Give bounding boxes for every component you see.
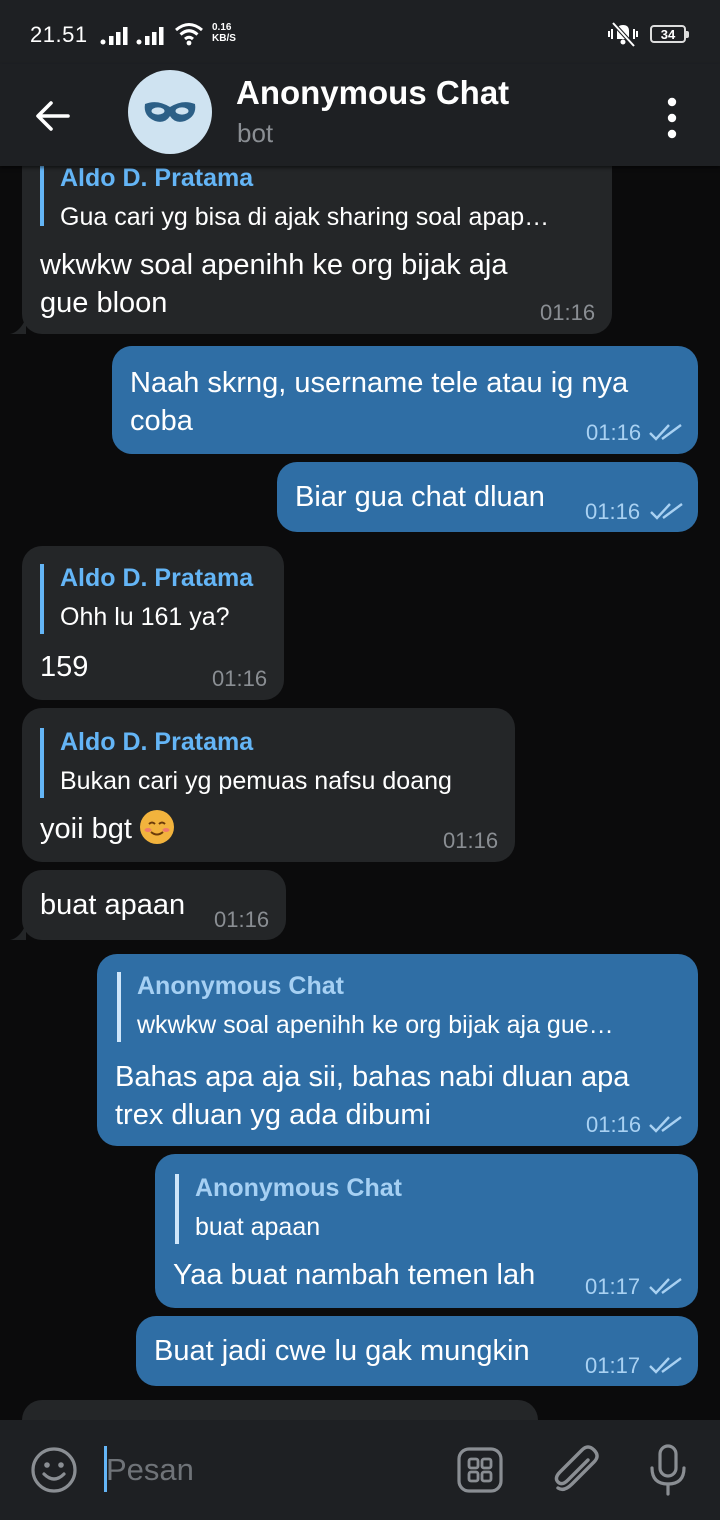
message-text-line: coba	[130, 405, 193, 437]
message-bubble-outgoing[interactable]: Naah skrng, username tele atau ig nya co…	[112, 346, 698, 454]
network-speed: 0.16 KB/S	[212, 22, 236, 44]
read-check-icon	[649, 424, 682, 441]
signal-1-icon	[100, 27, 128, 45]
microphone-icon[interactable]	[644, 1442, 692, 1498]
reply-quote[interactable]: Anonymous Chat wkwkw soal apenihh ke org…	[117, 972, 614, 1042]
paperclip-icon[interactable]	[550, 1442, 604, 1498]
battery-level: 34	[660, 27, 676, 42]
signal-2-icon	[136, 27, 164, 45]
smiley-icon[interactable]	[28, 1444, 80, 1496]
vibrate-mute-icon	[608, 21, 638, 48]
message-text: yoii bgt	[40, 810, 174, 848]
bubble-tail	[10, 924, 26, 940]
message-time: 01:16	[443, 828, 499, 853]
message-bubble-outgoing[interactable]: Anonymous Chat buat apaan Yaa buat namba…	[155, 1154, 698, 1308]
message-composer	[0, 1420, 720, 1520]
message-bubble-incoming[interactable]: Aldo D. Pratama Gua cari yg bisa di ajak…	[22, 166, 612, 334]
message-time: 01:16	[540, 300, 596, 325]
message-text: wkwkw soal apenihh ke org bijak aja gue …	[40, 246, 507, 322]
network-speed-value: 0.16	[212, 22, 232, 33]
reply-preview-text: wkwkw soal apenihh ke org bijak aja gue…	[137, 1011, 614, 1039]
message-text: Buat jadi cwe lu gak mungkin	[154, 1335, 530, 1367]
message-bubble-outgoing[interactable]: Buat jadi cwe lu gak mungkin 01:17	[136, 1316, 698, 1386]
chat-title[interactable]: Anonymous Chat	[236, 74, 509, 112]
message-text: Yaa buat nambah temen lah	[173, 1259, 536, 1291]
message-input[interactable]	[106, 1450, 436, 1490]
reply-preview-text: Ohh lu 161 ya?	[60, 603, 230, 631]
reply-preview-text: Gua cari yg bisa di ajak sharing soal ap…	[60, 203, 550, 231]
status-bar: 21.51 0.16 KB/S 34	[0, 0, 720, 64]
message-time: 01:16	[214, 907, 270, 932]
message-time: 01:17	[585, 1274, 641, 1299]
reply-preview-text: Bukan cari yg pemuas nafsu doang	[60, 767, 452, 795]
read-check-icon	[649, 1357, 682, 1374]
status-time: 21.51	[30, 22, 88, 47]
message-time: 01:16	[586, 420, 642, 445]
chat-subtitle: bot	[237, 118, 274, 148]
avatar[interactable]	[128, 70, 212, 154]
smiling-face-emoji	[139, 810, 174, 844]
reply-quote[interactable]: Anonymous Chat buat apaan	[175, 1174, 402, 1244]
message-bubble-incoming[interactable]: Aldo D. Pratama Ohh lu 161 ya? 159 01:16	[22, 546, 284, 700]
message-time: 01:17	[585, 1353, 641, 1378]
reply-sender-name: Anonymous Chat	[137, 972, 344, 1000]
message-text: 159	[40, 651, 89, 683]
message-text-line: Naah skrng, username tele atau ig nya	[130, 367, 629, 399]
reply-quote[interactable]: Aldo D. Pratama Bukan cari yg pemuas naf…	[40, 728, 452, 798]
reply-quote[interactable]: Aldo D. Pratama Gua cari yg bisa di ajak…	[40, 166, 549, 231]
message-time: 01:16	[212, 666, 268, 691]
chat-header: Anonymous Chat bot	[0, 64, 720, 166]
reply-sender-name: Anonymous Chat	[195, 1174, 402, 1202]
bubble-tail	[10, 318, 26, 334]
message-text-line: gue bloon	[40, 287, 168, 319]
message-time: 01:16	[585, 499, 641, 524]
message-bubble-incoming[interactable]	[22, 1400, 538, 1420]
message-text: buat apaan	[40, 889, 186, 921]
message-text: Naah skrng, username tele atau ig nya co…	[130, 364, 628, 440]
message-text: Biar gua chat dluan	[295, 481, 545, 513]
message-bubble-outgoing[interactable]: Biar gua chat dluan 01:16	[277, 462, 698, 532]
reply-sender-name: Aldo D. Pratama	[60, 166, 254, 192]
reply-preview-text: buat apaan	[195, 1213, 321, 1241]
network-speed-unit: KB/S	[212, 33, 236, 44]
message-list[interactable]: Aldo D. Pratama Gua cari yg bisa di ajak…	[0, 166, 720, 1420]
reply-quote[interactable]: Aldo D. Pratama Ohh lu 161 ya?	[40, 564, 253, 634]
message-bubble-incoming[interactable]: buat apaan 01:16	[22, 870, 286, 940]
back-arrow-icon[interactable]	[24, 88, 80, 144]
wifi-icon	[175, 23, 203, 46]
message-text-line: wkwkw soal apenihh ke org bijak aja	[40, 249, 508, 281]
message-text-content: yoii bgt	[40, 813, 132, 845]
read-check-icon	[649, 1278, 682, 1295]
reply-sender-name: Aldo D. Pratama	[60, 564, 254, 592]
reply-sender-name: Aldo D. Pratama	[60, 728, 254, 756]
more-options-icon[interactable]	[650, 90, 694, 146]
message-text-line: Bahas apa aja sii, bahas nabi dluan apa	[115, 1061, 630, 1093]
battery-indicator: 34	[650, 25, 689, 43]
message-bubble-outgoing[interactable]: Anonymous Chat wkwkw soal apenihh ke org…	[97, 954, 698, 1146]
message-text: Bahas apa aja sii, bahas nabi dluan apa …	[115, 1058, 629, 1134]
message-time: 01:16	[586, 1112, 642, 1137]
message-bubble-incoming[interactable]: Aldo D. Pratama Bukan cari yg pemuas naf…	[22, 708, 515, 862]
sticker-grid-icon[interactable]	[454, 1444, 506, 1496]
message-text-line: trex dluan yg ada dibumi	[115, 1099, 431, 1131]
read-check-icon	[650, 503, 683, 520]
read-check-icon	[649, 1116, 682, 1133]
mask-icon	[144, 102, 196, 122]
